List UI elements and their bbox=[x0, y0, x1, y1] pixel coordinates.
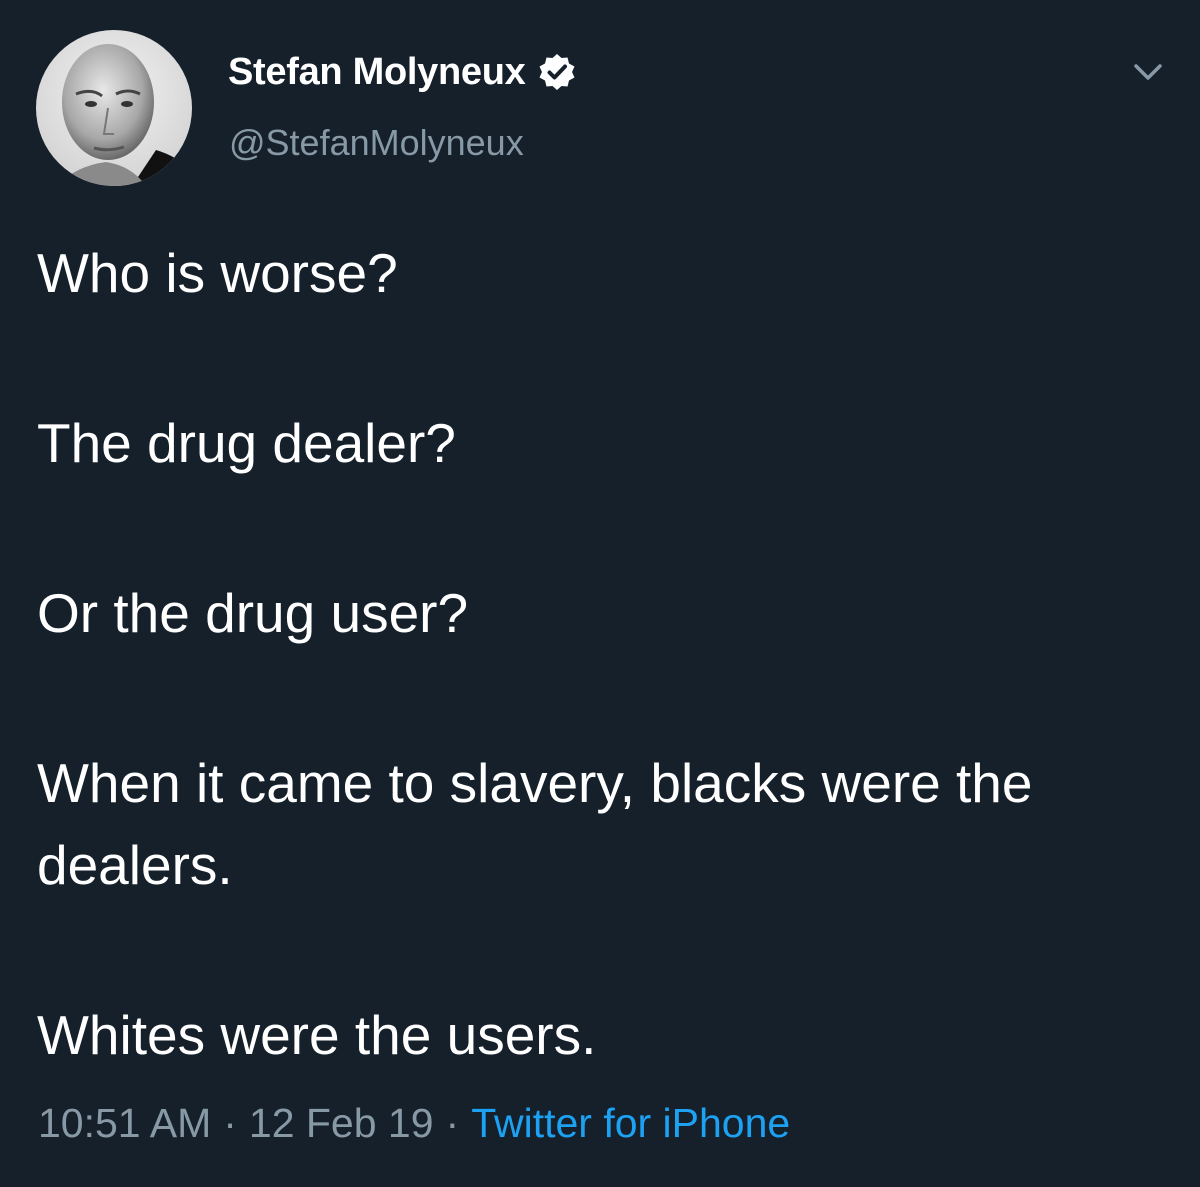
tweet-card: Stefan Molyneux @StefanMolyneux Who is w… bbox=[0, 0, 1200, 1187]
tweet-line: Who is worse? bbox=[37, 242, 398, 304]
avatar-photo bbox=[36, 30, 192, 186]
author-display-name[interactable]: Stefan Molyneux bbox=[228, 51, 526, 94]
separator: · bbox=[445, 1100, 460, 1146]
chevron-down-icon[interactable] bbox=[1128, 56, 1168, 88]
tweet-source-link[interactable]: Twitter for iPhone bbox=[471, 1100, 790, 1146]
verified-badge-icon bbox=[537, 52, 577, 92]
tweet-text: Who is worse? The drug dealer? Or the dr… bbox=[37, 232, 1167, 1076]
author-name-row[interactable]: Stefan Molyneux bbox=[228, 46, 577, 98]
tweet-date[interactable]: 12 Feb 19 bbox=[249, 1100, 434, 1146]
tweet-time[interactable]: 10:51 AM bbox=[38, 1100, 211, 1146]
tweet-line: When it came to slavery, blacks were the… bbox=[37, 752, 1033, 896]
tweet-line: Whites were the users. bbox=[37, 1004, 597, 1066]
tweet-metadata: 10:51 AM · 12 Feb 19 · Twitter for iPhone bbox=[38, 1100, 790, 1147]
tweet-line: Or the drug user? bbox=[37, 582, 469, 644]
author-handle[interactable]: @StefanMolyneux bbox=[229, 122, 524, 164]
tweet-line: The drug dealer? bbox=[37, 412, 456, 474]
separator: · bbox=[223, 1100, 237, 1146]
avatar[interactable] bbox=[36, 30, 192, 186]
